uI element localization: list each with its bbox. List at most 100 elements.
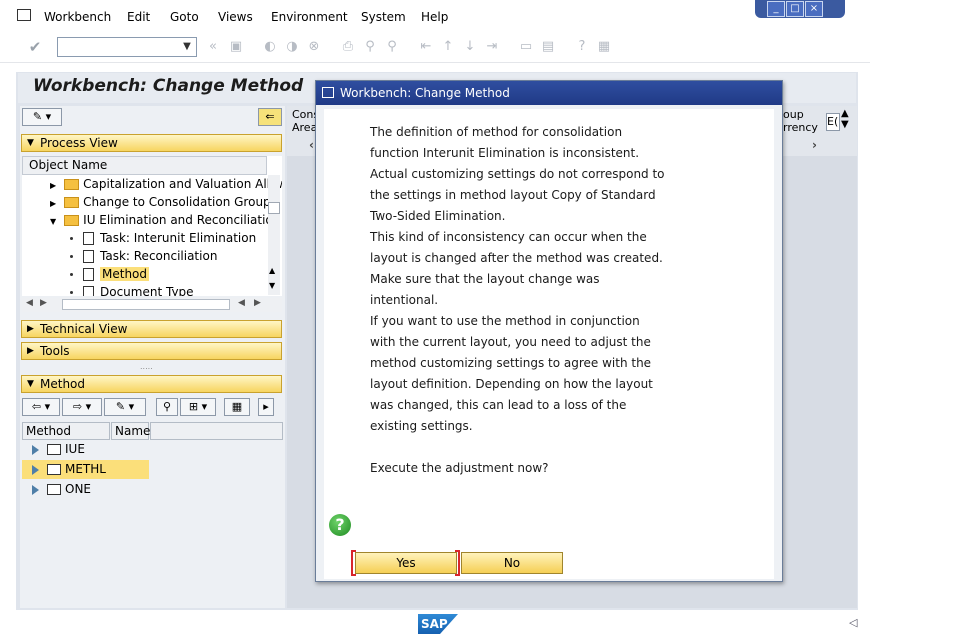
message-line: intentional. (370, 293, 439, 307)
back-icon[interactable]: ◐ (262, 39, 278, 55)
scroll-thumb[interactable] (62, 299, 230, 310)
method-section-header[interactable]: ▼ Method (21, 375, 282, 393)
horizontal-scrollbar[interactable]: ◀ ▶ ◀ ▶ (22, 298, 282, 312)
last-page-icon[interactable]: ⇥ (484, 39, 500, 55)
splitter-handle[interactable]: ..... (140, 362, 153, 371)
tree-scrollbar[interactable]: ▲ ▼ (268, 175, 280, 295)
message-line: If you want to use the method in conjunc… (370, 314, 640, 328)
calendar-button[interactable]: ▦ (224, 398, 250, 416)
scroll-down-icon[interactable]: ▼ (269, 281, 275, 290)
list-item-selected[interactable]: METHL (22, 460, 149, 479)
window-controls: _ □ × (755, 0, 845, 18)
folder-icon (47, 444, 61, 455)
back-navigation-button[interactable]: ⇦ ▾ (22, 398, 60, 416)
maximize-icon[interactable]: □ (786, 1, 804, 17)
menu-views[interactable]: Views (218, 10, 253, 24)
expanded-triangle-icon: ▼ (50, 217, 57, 226)
scroll-right-icon[interactable]: ▶ (40, 298, 47, 308)
menu-environment[interactable]: Environment (271, 10, 348, 24)
tree-node[interactable]: ▼ IU Elimination and Reconciliation (50, 211, 280, 229)
folder-open-icon (64, 215, 80, 226)
question-text: Execute the adjustment now? (370, 461, 549, 475)
folder-icon (47, 464, 61, 475)
menu-icon[interactable] (17, 9, 31, 21)
scroll-right-icon[interactable]: › (812, 138, 817, 152)
tools-header[interactable]: ▶ Tools (21, 342, 282, 360)
collapsed-triangle-icon: ▶ (27, 324, 34, 334)
tree-node[interactable]: ▶ Change to Consolidation Group (50, 193, 271, 211)
dialog-body: The definition of method for consolidati… (324, 109, 774, 579)
message-line: Actual customizing settings do not corre… (370, 167, 665, 181)
expand-icon[interactable] (32, 444, 39, 455)
find-icon[interactable]: ⚲ (362, 39, 378, 55)
scroll-right-icon[interactable]: ▶ (254, 298, 261, 308)
document-icon (83, 286, 94, 296)
scroll-left-icon[interactable]: ‹ (309, 138, 314, 152)
scroll-up-icon[interactable]: ▲ (269, 266, 275, 275)
document-icon (83, 232, 94, 245)
currency-stepper[interactable]: ▲ ▼ (841, 108, 849, 130)
help-icon[interactable]: ? (574, 39, 590, 55)
save-icon[interactable]: ▣ (228, 39, 244, 55)
change-display-button[interactable]: ✎ ▾ (22, 108, 62, 126)
window-icon (322, 87, 334, 98)
cancel-icon[interactable]: ⊗ (306, 39, 322, 55)
technical-view-header[interactable]: ▶ Technical View (21, 320, 282, 338)
scroll-left-icon[interactable]: ◀ (238, 298, 245, 308)
list-item[interactable]: IUE (22, 440, 152, 459)
list-item[interactable]: ONE (22, 480, 152, 499)
expand-icon[interactable] (32, 484, 39, 495)
menu-workbench[interactable]: Workbench (44, 10, 111, 24)
tree-node[interactable]: Task: Interunit Elimination (70, 229, 256, 247)
more-button[interactable]: ▸ (258, 398, 274, 416)
new-session-icon[interactable]: ▭ (518, 39, 534, 55)
minimize-icon[interactable]: _ (767, 1, 785, 17)
customize-layout-icon[interactable]: ▦ (596, 39, 612, 55)
process-view-header[interactable]: ▼ Process View (21, 134, 282, 152)
status-toggle-icon[interactable]: ◁ (849, 616, 857, 629)
message-line: method customizing settings to agree wit… (370, 356, 652, 370)
message-line: Make sure that the layout change was (370, 272, 600, 286)
edit-button[interactable]: ✎ ▾ (104, 398, 146, 416)
find-button[interactable]: ⚲ (156, 398, 178, 416)
tree-node[interactable]: ▶ Capitalization and Valuation Allowa (50, 175, 282, 193)
tree-node[interactable]: Document Type (70, 283, 194, 296)
chevron-down-icon[interactable]: ▼ (180, 39, 194, 55)
shortcut-icon[interactable]: ▤ (540, 39, 556, 55)
message-line: layout definition. Depending on how the … (370, 377, 653, 391)
prev-page-icon[interactable]: ↑ (440, 39, 456, 55)
column-blank-header (150, 422, 283, 440)
first-page-icon[interactable]: ⇤ (418, 39, 434, 55)
find-next-icon[interactable]: ⚲ (384, 39, 400, 55)
menu-help[interactable]: Help (421, 10, 448, 24)
close-icon[interactable]: × (805, 1, 823, 17)
yes-button[interactable]: Yes (355, 552, 457, 574)
collapse-pane-button[interactable]: ⇐ (258, 108, 282, 126)
column-name-header[interactable]: Name (111, 422, 150, 440)
object-name-header: Object Name (22, 156, 267, 175)
message-line: was changed, this can lead to a loss of … (370, 398, 627, 412)
enter-icon[interactable]: ✔ (27, 39, 43, 55)
tree-node-selected[interactable]: Method (70, 265, 150, 283)
command-field[interactable]: ▼ (57, 37, 197, 57)
scroll-left-icon[interactable]: ◀ (26, 298, 33, 308)
folder-icon (64, 179, 80, 190)
currency-field[interactable]: E( (826, 113, 840, 131)
menu-goto[interactable]: Goto (170, 10, 199, 24)
collapsed-triangle-icon: ▶ (50, 199, 57, 208)
confirmation-dialog: Workbench: Change Method The definition … (315, 80, 783, 582)
focus-bracket-right (455, 550, 460, 576)
expand-icon[interactable] (32, 464, 39, 475)
print-icon[interactable]: ⎙ (340, 39, 356, 55)
forward-navigation-button[interactable]: ⇨ ▾ (62, 398, 102, 416)
create-button[interactable]: ⊞ ▾ (180, 398, 216, 416)
menu-system[interactable]: System (361, 10, 406, 24)
back-arrows-icon[interactable]: « (205, 39, 221, 55)
menu-edit[interactable]: Edit (127, 10, 150, 24)
scroll-thumb[interactable] (268, 202, 280, 214)
column-method-header[interactable]: Method (22, 422, 110, 440)
tree-node[interactable]: Task: Reconciliation (70, 247, 217, 265)
no-button[interactable]: No (461, 552, 563, 574)
next-page-icon[interactable]: ↓ (462, 39, 478, 55)
exit-icon[interactable]: ◑ (284, 39, 300, 55)
